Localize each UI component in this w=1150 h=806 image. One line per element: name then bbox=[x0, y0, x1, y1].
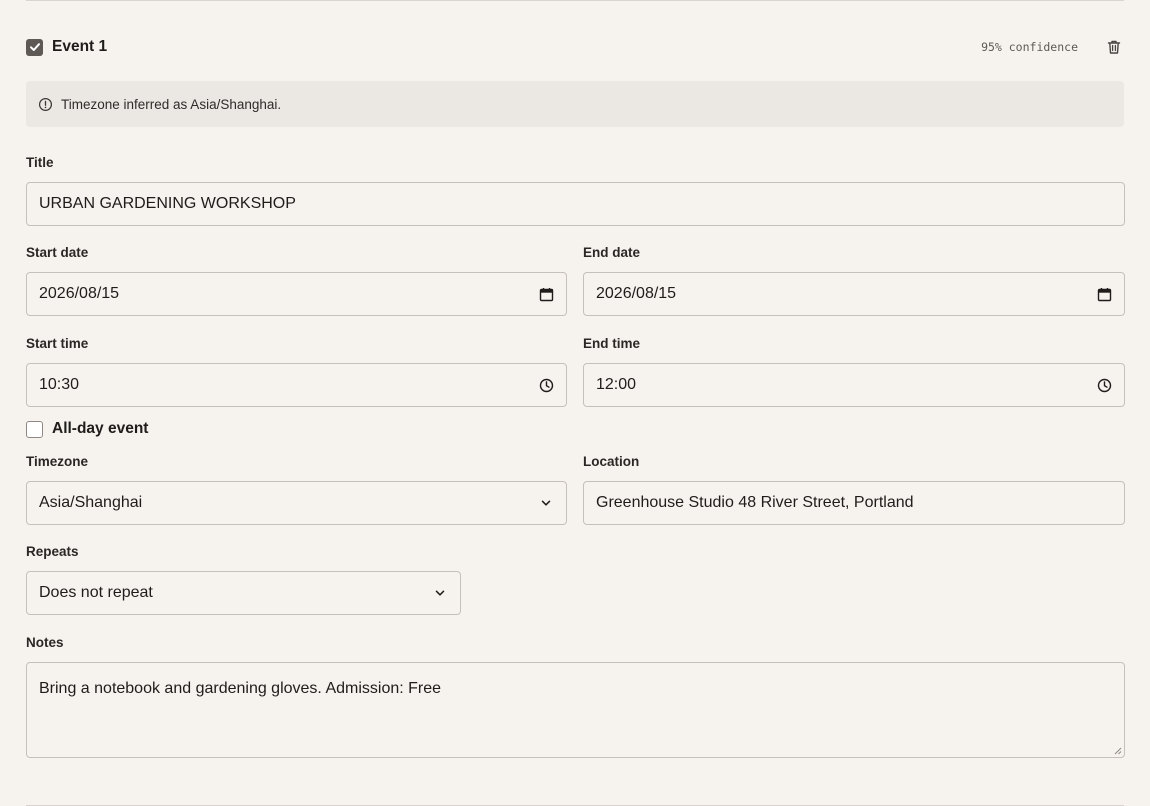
timezone-label: Timezone bbox=[26, 454, 89, 469]
event-header: Event 1 95% confidence bbox=[26, 36, 1124, 58]
start-date-label: Start date bbox=[26, 245, 89, 260]
divider-top bbox=[26, 0, 1124, 1]
all-day-checkbox[interactable] bbox=[26, 420, 43, 438]
timezone-select[interactable]: Asia/Shanghai bbox=[26, 481, 567, 525]
delete-event-button[interactable] bbox=[1104, 37, 1124, 57]
start-time-label: Start time bbox=[26, 336, 89, 351]
notice-text: Timezone inferred as Asia/Shanghai. bbox=[61, 96, 282, 112]
location-value: Greenhouse Studio 48 River Street, Portl… bbox=[596, 494, 914, 511]
notes-label: Notes bbox=[26, 635, 64, 650]
start-time-value: 10:30 bbox=[39, 376, 80, 393]
calendar-icon[interactable] bbox=[1096, 286, 1112, 302]
confidence-badge: 95% confidence bbox=[981, 40, 1078, 54]
all-day-label: All-day event bbox=[52, 420, 149, 437]
resize-handle-icon[interactable] bbox=[1114, 747, 1122, 755]
end-date-input[interactable]: 2026/08/15 bbox=[583, 272, 1125, 316]
repeats-label: Repeats bbox=[26, 544, 79, 559]
title-input[interactable]: URBAN GARDENING WORKSHOP bbox=[26, 182, 1125, 226]
repeats-value: Does not repeat bbox=[39, 584, 153, 601]
end-time-value: 12:00 bbox=[596, 376, 637, 393]
event-editor: Event 1 95% confidence Timezone inferred… bbox=[0, 0, 1150, 806]
trash-icon bbox=[1107, 40, 1121, 54]
start-date-value: 2026/08/15 bbox=[39, 285, 120, 302]
timezone-notice: Timezone inferred as Asia/Shanghai. bbox=[26, 81, 1124, 127]
title-label: Title bbox=[26, 155, 54, 170]
notes-textarea[interactable]: Bring a notebook and gardening gloves. A… bbox=[26, 662, 1125, 758]
all-day-toggle[interactable]: All-day event bbox=[26, 420, 148, 438]
calendar-icon[interactable] bbox=[538, 286, 554, 302]
chevron-down-icon bbox=[432, 585, 448, 601]
repeats-select[interactable]: Does not repeat bbox=[26, 571, 461, 615]
start-date-input[interactable]: 2026/08/15 bbox=[26, 272, 567, 316]
end-time-input[interactable]: 12:00 bbox=[583, 363, 1125, 407]
clock-icon[interactable] bbox=[1096, 377, 1112, 393]
end-date-value: 2026/08/15 bbox=[596, 285, 677, 302]
event-title: Event 1 bbox=[52, 38, 108, 55]
clock-icon[interactable] bbox=[538, 377, 554, 393]
end-time-label: End time bbox=[583, 336, 641, 351]
chevron-down-icon bbox=[538, 495, 554, 511]
start-time-input[interactable]: 10:30 bbox=[26, 363, 567, 407]
event-select-checkbox[interactable] bbox=[26, 38, 43, 56]
timezone-value: Asia/Shanghai bbox=[39, 494, 143, 511]
location-input[interactable]: Greenhouse Studio 48 River Street, Portl… bbox=[583, 481, 1125, 525]
title-value: URBAN GARDENING WORKSHOP bbox=[39, 195, 296, 212]
checkmark-icon bbox=[29, 43, 40, 51]
end-date-label: End date bbox=[583, 245, 641, 260]
notes-value: Bring a notebook and gardening gloves. A… bbox=[39, 680, 442, 697]
location-label: Location bbox=[583, 454, 640, 469]
info-circle-icon bbox=[38, 97, 53, 111]
